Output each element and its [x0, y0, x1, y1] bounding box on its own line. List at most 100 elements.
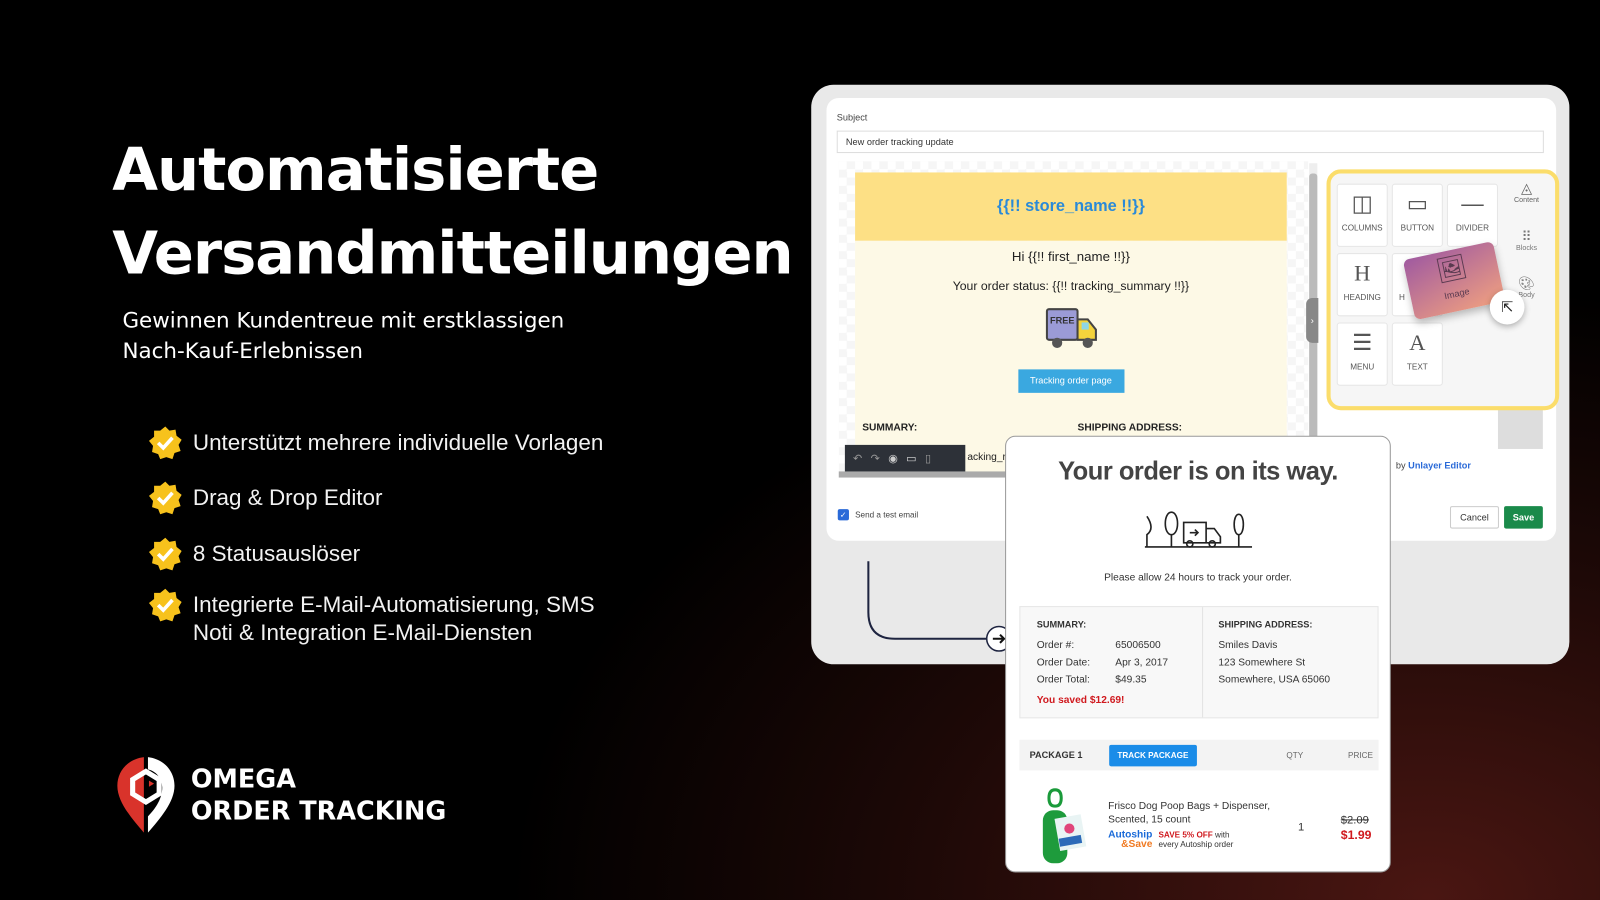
location-pin-logo-icon	[117, 757, 175, 833]
promo-text: SAVE 5% OFF with every Autoship order	[1158, 831, 1233, 849]
stage: Automatisierte Versandmitteilungen Gewinn…	[0, 0, 1600, 900]
tool-label: HEADING	[1343, 292, 1381, 303]
tool-label: MENU	[1350, 362, 1375, 372]
status-line: Your order status: {{!! tracking_summary…	[952, 278, 1190, 293]
button-icon: ▭	[1406, 190, 1428, 217]
subtitle-line: Nach-Kauf-Erlebnissen	[122, 338, 363, 364]
address-line: Smiles Davis	[1218, 639, 1278, 652]
tool-label: DIVIDER	[1455, 223, 1489, 233]
shipping-address: Smiles Davis 123 Somewhere St Somewhere, U…	[1218, 637, 1330, 689]
subtitle-line: Gewinnen Kundentreue mit erstklassigen	[122, 308, 565, 333]
brand-name: OMEGA	[190, 764, 296, 794]
summary-key: Order Total:	[1036, 674, 1090, 686]
checkbox-icon[interactable]: ✓	[837, 509, 849, 521]
menu-icon: ☰	[1352, 329, 1373, 356]
cursor-click-icon: ⇱	[1489, 289, 1525, 325]
summary-key: Order #:	[1036, 639, 1075, 652]
powered-by: by Unlayer Editor	[1396, 460, 1471, 470]
tool-menu[interactable]: ☰ MENU	[1336, 322, 1388, 386]
preview-note: Please allow 24 hours to track your orde…	[1104, 572, 1292, 584]
summary-list: Order #: 65006500 Order Date: Apr 3, 2017 …	[1037, 637, 1168, 709]
checkbox-label: Send a test email	[855, 510, 919, 520]
heading-icon: H	[1354, 260, 1371, 286]
summary-key: Order Date:	[1036, 657, 1091, 669]
feature-text: Drag & Drop Editor	[192, 484, 383, 511]
sale-price: $1.99	[1340, 827, 1372, 842]
free-truck-icon: FREE	[1045, 308, 1097, 348]
feature-text: Unterstützt mehrere individuelle Vorlage…	[192, 429, 604, 456]
promo-line: with	[1212, 830, 1230, 840]
package-label: PACKAGE 1	[1029, 749, 1083, 761]
grid-icon: ⠿	[1521, 228, 1532, 244]
promo-highlight: SAVE 5% OFF	[1158, 830, 1213, 840]
autoship-promo: Autoship &Save SAVE 5% OFF with every Auto…	[1108, 830, 1233, 850]
product-name-line: Scented, 15 count	[1108, 814, 1191, 826]
tool-label: COLUMNS	[1341, 223, 1383, 233]
feature-item: Integrierte E-Mail-Automatisierung, SMS N…	[148, 588, 595, 646]
preview-eye-icon[interactable]: ◉	[888, 452, 898, 465]
subject-label: Subject	[836, 112, 868, 123]
saved-amount: You saved $12.69!	[1036, 694, 1125, 707]
check-badge-icon	[148, 481, 182, 515]
check-badge-icon	[148, 588, 182, 622]
columns-icon: ◫	[1351, 190, 1373, 217]
title-line: Automatisierte	[112, 134, 599, 205]
hero-title: Automatisierte Versandmitteilungen	[112, 128, 793, 295]
tool-columns[interactable]: ◫ COLUMNS	[1336, 183, 1388, 247]
summary-value: $49.35	[1115, 674, 1147, 686]
feature-item: 8 Statusauslöser	[148, 537, 360, 572]
old-price: $2.09	[1340, 814, 1369, 827]
summary-label: SUMMARY:	[862, 422, 918, 434]
hero-subtitle: Gewinnen Kundentreue mit erstklassigen Na…	[122, 305, 564, 366]
shipping-label: SHIPPING ADDRESS:	[1077, 422, 1183, 434]
item-qty: 1	[1297, 821, 1305, 834]
feature-line: Noti & Integration E-Mail-Diensten	[192, 619, 533, 645]
check-badge-icon	[148, 537, 182, 571]
mobile-icon[interactable]: ▯	[925, 452, 931, 465]
subject-input[interactable]: New order tracking update	[836, 130, 1544, 154]
tab-content[interactable]: ◬ Content	[1502, 180, 1551, 204]
divider-icon: —	[1461, 190, 1484, 217]
preview-heading: Your order is on its way.	[1058, 457, 1338, 486]
tracking-order-button[interactable]: Tracking order page	[1017, 369, 1124, 393]
desktop-icon[interactable]: ▭	[906, 452, 917, 465]
cancel-button[interactable]: Cancel	[1449, 506, 1499, 529]
package-header: PACKAGE 1 TRACK PACKAGE QTY PRICE	[1019, 739, 1379, 771]
test-email-checkbox[interactable]: ✓ Send a test email	[837, 509, 919, 521]
shapes-icon: ◬	[1521, 179, 1533, 196]
text-icon: A	[1409, 329, 1426, 356]
editor-toolbar: ↶ ↷ ◉ ▭ ▯	[844, 444, 966, 473]
summary-value: Apr 3, 2017	[1115, 657, 1169, 669]
undo-icon[interactable]: ↶	[853, 452, 862, 465]
email-header: {{!! store_name !!}}	[855, 172, 1287, 241]
feature-text: Integrierte E-Mail-Automatisierung, SMS N…	[193, 591, 595, 646]
collapse-panel-handle[interactable]: ›	[1306, 297, 1319, 343]
feature-line: Integrierte E-Mail-Automatisierung, SMS	[192, 591, 595, 618]
truck-label: FREE	[1049, 315, 1073, 325]
powered-text: by	[1395, 460, 1406, 471]
tool-heading[interactable]: H HEADING	[1336, 253, 1388, 317]
brand-logo: OMEGA ORDER TRACKING	[115, 755, 446, 835]
email-preview: Your order is on its way. Please allow 2…	[1005, 435, 1391, 873]
horizontal-scrollbar[interactable]	[838, 471, 1013, 478]
brand-name: ORDER TRACKING	[190, 795, 447, 826]
tool-divider[interactable]: — DIVIDER	[1446, 183, 1498, 247]
delivery-truck-icon	[1144, 511, 1253, 548]
track-package-button[interactable]: TRACK PACKAGE	[1109, 744, 1197, 766]
product-name: Frisco Dog Poop Bags + Dispenser, Scented…	[1108, 800, 1270, 827]
check-badge-icon	[148, 426, 182, 460]
tool-text[interactable]: A TEXT	[1391, 322, 1443, 386]
address-line: 123 Somewhere St	[1218, 657, 1306, 669]
greeting: Hi {{!! first_name !!}}	[1011, 248, 1130, 265]
redo-icon[interactable]: ↷	[871, 452, 880, 465]
unlayer-link[interactable]: Unlayer Editor	[1408, 460, 1471, 470]
tab-label: Content	[1514, 196, 1540, 205]
tab-blocks[interactable]: ⠿ Blocks	[1502, 229, 1551, 252]
tool-label: BUTTON	[1400, 223, 1435, 233]
save-button[interactable]: Save	[1504, 506, 1543, 529]
autoship-text: &Save	[1121, 838, 1153, 850]
connector-arrow	[867, 561, 1012, 652]
shipping-title: SHIPPING ADDRESS:	[1218, 619, 1313, 630]
tool-button[interactable]: ▭ BUTTON	[1391, 183, 1443, 247]
qty-header: QTY	[1286, 750, 1304, 760]
